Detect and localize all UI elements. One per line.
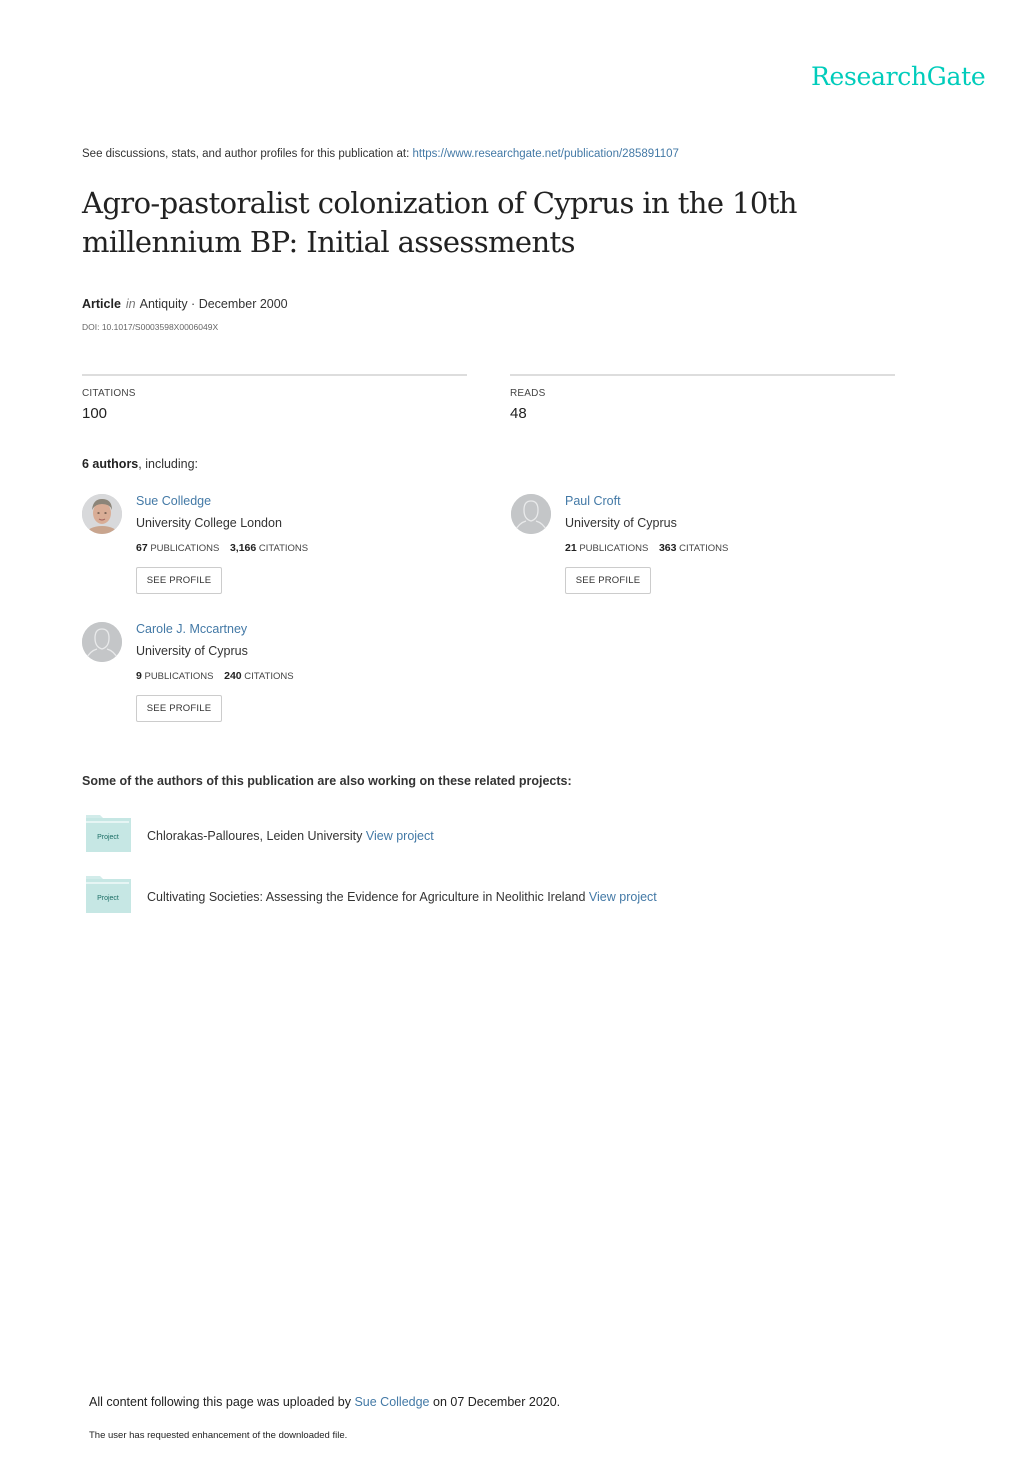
reads-value: 48 <box>510 405 527 422</box>
author-institution: University College London <box>136 516 282 530</box>
intro-line: See discussions, stats, and author profi… <box>82 148 679 160</box>
avatar[interactable] <box>511 494 551 534</box>
publications-label: PUBLICATIONS <box>579 543 649 554</box>
avatar[interactable] <box>82 494 122 534</box>
researchgate-logo[interactable]: ResearchGate <box>811 62 986 91</box>
citations-label: CITATIONS <box>258 543 309 554</box>
publications-count: 67 <box>136 542 148 554</box>
project-title: Chlorakas-Palloures, Leiden University <box>147 829 363 843</box>
authors-suffix: , including: <box>138 457 199 471</box>
upload-prefix: All content following this page was uplo… <box>89 1395 355 1409</box>
projects-heading: Some of the authors of this publication … <box>82 774 572 788</box>
author-card: Sue Colledge University College London 6… <box>82 494 482 604</box>
doi: DOI: 10.1017/S0003598X0006049X <box>82 322 219 332</box>
publications-count: 9 <box>136 670 142 682</box>
reads-stat: READS 48 <box>510 374 895 422</box>
enhancement-notice: The user has requested enhancement of th… <box>89 1430 348 1441</box>
upload-notice: All content following this page was uplo… <box>89 1395 560 1409</box>
citations-value: 100 <box>82 405 108 422</box>
publication-title: Agro-pastoralist colonization of Cyprus … <box>82 186 797 259</box>
publications-count: 21 <box>565 542 577 554</box>
author-stats: 67 PUBLICATIONS 3,166 CITATIONS <box>136 542 308 554</box>
avatar[interactable] <box>82 622 122 662</box>
author-stats: 21 PUBLICATIONS 363 CITATIONS <box>565 542 728 554</box>
citations-label: CITATIONS <box>679 543 729 554</box>
publication-meta: Article in Antiquity · December 2000 <box>82 297 288 311</box>
project-icon-label: Project <box>97 895 119 902</box>
citations-count: 240 <box>224 670 242 682</box>
user-placeholder-icon <box>82 622 122 662</box>
author-institution: University of Cyprus <box>565 516 677 530</box>
author-stats: 9 PUBLICATIONS 240 CITATIONS <box>136 670 294 682</box>
see-profile-button[interactable]: SEE PROFILE <box>565 567 651 594</box>
view-project-link[interactable]: View project <box>589 890 657 904</box>
citations-label: CITATIONS <box>244 671 294 682</box>
project-text: Chlorakas-Palloures, Leiden University V… <box>147 829 434 843</box>
view-project-link[interactable]: View project <box>366 829 434 843</box>
citations-stat: CITATIONS 100 <box>82 374 467 422</box>
user-placeholder-icon <box>511 494 551 534</box>
authors-count: 6 authors <box>82 457 139 471</box>
project-icon-label: Project <box>97 834 119 841</box>
see-profile-button[interactable]: SEE PROFILE <box>136 695 222 722</box>
citations-count: 3,166 <box>229 542 257 554</box>
publications-label: PUBLICATIONS <box>150 543 220 554</box>
project-folder-icon: Project <box>86 815 131 852</box>
publication-url-link[interactable]: https://www.researchgate.net/publication… <box>413 148 679 160</box>
publication-type: Article <box>82 297 121 311</box>
author-name-link[interactable]: Paul Croft <box>565 494 621 508</box>
citations-count: 363 <box>658 542 677 554</box>
citations-label: CITATIONS <box>82 388 136 399</box>
in-word: in <box>125 297 136 311</box>
publications-label: PUBLICATIONS <box>144 671 214 682</box>
intro-text: See discussions, stats, and author profi… <box>82 148 413 160</box>
author-card: Carole J. Mccartney University of Cyprus… <box>82 622 482 732</box>
upload-suffix: on 07 December 2020. <box>429 1395 561 1409</box>
see-profile-button[interactable]: SEE PROFILE <box>136 567 222 594</box>
project-folder-icon: Project <box>86 876 131 913</box>
author-institution: University of Cyprus <box>136 644 248 658</box>
project-title: Cultivating Societies: Assessing the Evi… <box>147 890 586 904</box>
author-card: Paul Croft University of Cyprus 21 PUBLI… <box>511 494 911 604</box>
project-text: Cultivating Societies: Assessing the Evi… <box>147 890 657 904</box>
authors-heading: 6 authors, including: <box>82 457 198 471</box>
uploader-link[interactable]: Sue Colledge <box>354 1395 429 1409</box>
reads-label: READS <box>510 388 546 399</box>
author-name-link[interactable]: Carole J. Mccartney <box>136 622 247 636</box>
author-photo-icon <box>82 494 122 534</box>
author-name-link[interactable]: Sue Colledge <box>136 494 211 508</box>
journal-date: Antiquity · December 2000 <box>139 297 288 311</box>
